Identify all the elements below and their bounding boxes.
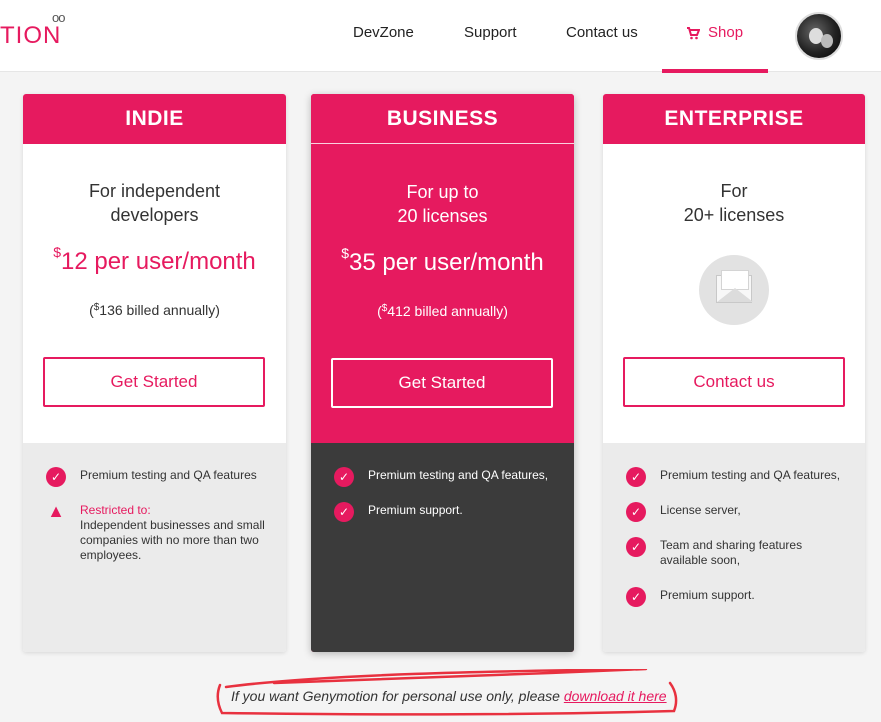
envelope-icon	[699, 255, 769, 325]
contact-us-button[interactable]: Contact us	[623, 357, 845, 407]
check-icon: ✓	[626, 587, 646, 607]
restriction-item: ▲ Restricted to: Independent businesses a…	[46, 501, 276, 563]
nav-contact-us[interactable]: Contact us	[566, 24, 638, 41]
plan-billed: ($136 billed annually)	[89, 302, 220, 318]
logo-rings: oo	[52, 10, 66, 25]
warning-icon: ▲	[47, 501, 65, 521]
restriction-text: Independent businesses and small compani…	[80, 518, 265, 562]
plan-title: ENTERPRISE	[603, 94, 865, 144]
get-started-button[interactable]: Get Started	[331, 358, 553, 408]
plan-card-business: BUSINESS For up to 20 licenses $35 per u…	[311, 94, 574, 652]
personal-use-note: If you want Genymotion for personal use …	[214, 669, 678, 719]
plan-title: INDIE	[23, 94, 286, 144]
logo[interactable]: TION	[0, 22, 61, 50]
check-icon: ✓	[46, 467, 66, 487]
plan-subtitle: For up to 20 licenses	[397, 182, 488, 226]
get-started-button[interactable]: Get Started	[43, 357, 265, 407]
check-icon: ✓	[626, 502, 646, 522]
plan-subtitle: For independent developers	[88, 181, 221, 225]
feature-item: ✓ License server,	[626, 502, 855, 522]
plan-card-enterprise: ENTERPRISE For 20+ licenses Contact us ✓…	[603, 94, 865, 652]
check-icon: ✓	[626, 467, 646, 487]
plan-features: ✓ Premium testing and QA features, ✓ Pre…	[311, 443, 574, 652]
plan-billed: ($412 billed annually)	[377, 303, 508, 319]
logo-text: TION	[0, 22, 62, 49]
feature-item: ✓ Premium support.	[626, 587, 855, 607]
nav-devzone[interactable]: DevZone	[353, 24, 414, 41]
nav-shop[interactable]: Shop	[662, 0, 768, 73]
plan-card-indie: INDIE For independent developers $12 per…	[23, 94, 286, 652]
plan-subtitle: For 20+ licenses	[683, 181, 785, 225]
nav-support[interactable]: Support	[464, 24, 517, 41]
cart-icon	[687, 26, 700, 39]
note-text: If you want Genymotion for personal use …	[231, 688, 564, 704]
nav-shop-label: Shop	[708, 24, 744, 41]
top-header: TION oo DevZone Support Contact us Shop	[0, 0, 881, 73]
avatar[interactable]	[795, 12, 843, 60]
restriction-title: Restricted to:	[80, 503, 151, 517]
feature-item: ✓ Premium testing and QA features,	[334, 467, 564, 487]
plan-features: ✓ Premium testing and QA features ▲ Rest…	[23, 443, 286, 652]
check-icon: ✓	[334, 502, 354, 522]
plan-price: $12 per user/month	[53, 244, 256, 275]
plan-title: BUSINESS	[311, 94, 574, 144]
feature-item: ✓ Premium testing and QA features,	[626, 467, 855, 487]
plan-features: ✓ Premium testing and QA features, ✓ Lic…	[603, 443, 865, 652]
feature-item: ✓ Premium testing and QA features	[46, 467, 276, 487]
plan-price: $35 per user/month	[341, 245, 544, 276]
download-link[interactable]: download it here	[564, 688, 667, 704]
check-icon: ✓	[626, 537, 646, 557]
feature-item: ✓ Team and sharing features available so…	[626, 537, 825, 568]
check-icon: ✓	[334, 467, 354, 487]
feature-item: ✓ Premium support.	[334, 502, 564, 522]
